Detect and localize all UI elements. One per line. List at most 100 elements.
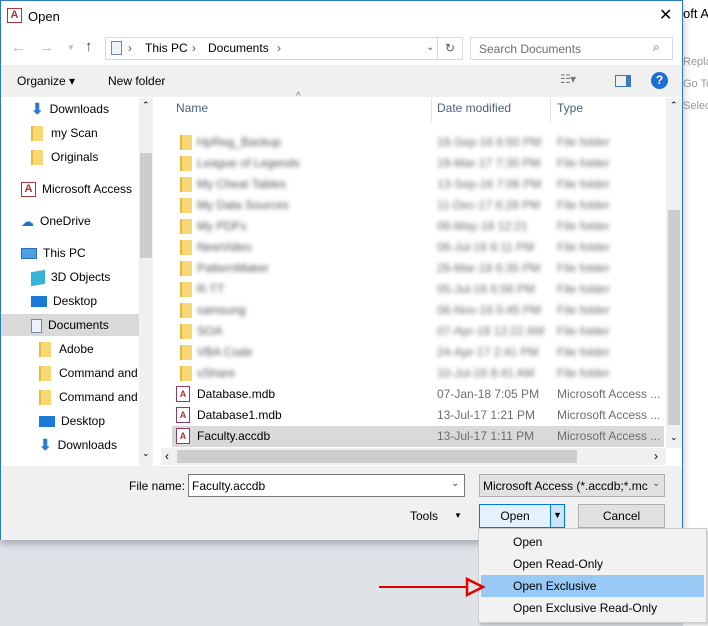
scroll-up-icon[interactable]: ⌃ [142,100,150,111]
close-button[interactable]: ✕ [659,5,672,25]
nav-item-onedrive[interactable]: ☁ OneDrive [1,210,139,232]
view-options-icon[interactable]: ☷ ▾ [560,72,576,86]
nav-item-microsoft-access[interactable]: A Microsoft Access [1,178,139,200]
nav-item-this-pc[interactable]: This PC [1,242,139,264]
forward-arrow-icon[interactable]: → [39,39,54,56]
nav-item-downloads[interactable]: ⬇ Downloads [1,98,139,120]
nav-item-documents[interactable]: Documents [1,314,139,336]
chevron-down-icon[interactable]: ⌄ [650,478,661,489]
open-dropdown-button[interactable]: ▼ [550,504,565,528]
folder-row[interactable]: SOA 07-Apr-18 12:22 AM File folder [172,321,664,342]
chevron-down-icon[interactable]: ⌄ [426,42,434,53]
download-arrow-icon: ⬇ [31,100,44,118]
nav-item-desktop[interactable]: Desktop [1,410,139,432]
help-icon[interactable]: ? [651,72,668,89]
search-icon: ⌕ [653,40,660,54]
up-arrow-icon[interactable]: ↑ [85,38,93,55]
file-row[interactable]: A Database.mdb 07-Jan-18 7:05 PM Microsoft … [172,384,664,405]
folder-icon [180,366,192,381]
file-date: 11-Dec-17 6:28 PM [437,198,541,212]
chevron-down-icon[interactable]: ⌄ [451,478,459,489]
file-row[interactable]: A Faculty.accdb 13-Jul-17 1:11 PM Microsoft… [172,426,664,447]
column-name[interactable]: Name [176,101,208,115]
file-date: 06-Jul-16 6:11 PM [437,240,535,254]
nav-item-command-and[interactable]: Command and [1,362,139,384]
search-input[interactable]: Search Documents ⌕ [470,37,673,60]
folder-row[interactable]: League of Legends 19-Mar-17 7:30 PM File f… [172,153,664,174]
file-list-scroll-thumb[interactable] [668,210,680,425]
horizontal-scroll-thumb[interactable] [177,450,577,463]
file-row[interactable]: A Database1.mdb 13-Jul-17 1:21 PM Microsoft… [172,405,664,426]
breadcrumb-this-pc[interactable]: This PC [145,41,188,55]
nav-item-my-scan[interactable]: my Scan [1,122,139,144]
nav-scroll-thumb[interactable] [140,153,152,258]
file-name: PatternMaker [197,261,270,275]
folder-icon [180,345,192,360]
file-name-input[interactable]: Faculty.accdb ⌄ [188,474,465,497]
folder-row[interactable]: R-TT 05-Jul-16 6:56 PM File folder [172,279,664,300]
address-bar[interactable]: › This PC › Documents › ⌄ [105,37,463,60]
column-date-modified[interactable]: Date modified [437,101,511,115]
folder-row[interactable]: VBA Code 24-Apr-17 2:41 PM File folder [172,342,664,363]
breadcrumb-documents[interactable]: Documents [208,41,269,55]
nav-item-label: Documents [48,318,109,332]
file-type: Microsoft Access ... [557,408,661,422]
folder-row[interactable]: My Data Sources 11-Dec-17 6:28 PM File fol… [172,195,664,216]
menu-item-open-read-only[interactable]: Open Read-Only [481,553,704,575]
scroll-up-icon[interactable]: ⌃ [670,100,678,111]
file-name: Faculty.accdb [197,429,271,443]
scroll-right-icon[interactable]: › [654,449,658,463]
refresh-button[interactable]: ↻ [437,37,463,60]
open-button[interactable]: Open [479,504,551,528]
menu-item-open-exclusive[interactable]: Open Exclusive [481,575,704,597]
access-file-icon: A [176,407,190,423]
recent-chevron-icon[interactable]: ▼ [67,43,75,52]
nav-item-desktop[interactable]: Desktop [1,290,139,312]
folder-row[interactable]: NewVideo 06-Jul-16 6:11 PM File folder [172,237,664,258]
menu-item-open-exclusive-read-only[interactable]: Open Exclusive Read-Only [481,597,704,619]
folder-icon [180,261,192,276]
tools-button[interactable]: Tools [410,509,438,523]
folder-row[interactable]: vShare 10-Jul-16 8:41 AM File folder [172,363,664,384]
menu-item-open[interactable]: Open [481,531,704,553]
file-date: 06-Nov-16 5:45 PM [437,303,542,317]
nav-item-adobe[interactable]: Adobe [1,338,139,360]
column-divider[interactable] [431,98,432,122]
folder-row[interactable]: HpReg_Backup 18-Sep-16 6:50 PM File folder [172,132,664,153]
nav-item-label: Originals [51,150,99,164]
preview-pane-icon[interactable] [615,75,631,87]
column-divider[interactable] [550,98,551,122]
file-type-select[interactable]: Microsoft Access (*.accdb;*.mc ⌄ [479,474,665,497]
cancel-button[interactable]: Cancel [578,504,665,528]
file-list-scrollbar[interactable]: ⌃ ⌄ [666,98,682,448]
horizontal-scrollbar[interactable]: ‹ › [161,448,666,465]
folder-icon [180,282,192,297]
file-name: SOA [197,324,223,338]
scroll-left-icon[interactable]: ‹ [165,449,169,463]
desktop-icon [31,296,47,308]
nav-item-originals[interactable]: Originals [1,146,139,168]
file-date: 07-Apr-18 12:22 AM [437,324,545,338]
nav-item-command-and[interactable]: Command and [1,386,139,408]
column-type[interactable]: Type [557,101,583,115]
file-type: File folder [557,219,610,233]
file-name: samsung [197,303,246,317]
scroll-down-icon[interactable]: ⌄ [142,448,150,459]
back-arrow-icon[interactable]: ← [11,39,26,56]
new-folder-button[interactable]: New folder [108,74,165,88]
organize-button[interactable]: Organize ▾ [17,74,75,88]
search-placeholder: Search Documents [479,42,582,56]
tools-dropdown-icon[interactable]: ▼ [454,511,462,520]
folder-row[interactable]: PatternMaker 26-Mar-18 6:35 PM File folder [172,258,664,279]
scroll-down-icon[interactable]: ⌄ [670,432,678,443]
folder-row[interactable]: samsung 06-Nov-16 5:45 PM File folder [172,300,664,321]
nav-item-3d-objects[interactable]: 3D Objects [1,266,139,288]
nav-item-label: 3D Objects [51,270,111,284]
folder-row[interactable]: My PDFs 06-May-18 12:21 File folder [172,216,664,237]
nav-scrollbar[interactable]: ⌃ ⌄ [139,98,153,466]
nav-item-downloads[interactable]: ⬇ Downloads [1,434,139,456]
folder-icon [180,177,192,192]
folder-row[interactable]: My Cheat Tables 13-Sep-16 7:06 PM File fol… [172,174,664,195]
open-options-menu: Open Open Read-Only Open Exclusive Open … [478,528,707,623]
access-file-icon: A [176,428,190,444]
